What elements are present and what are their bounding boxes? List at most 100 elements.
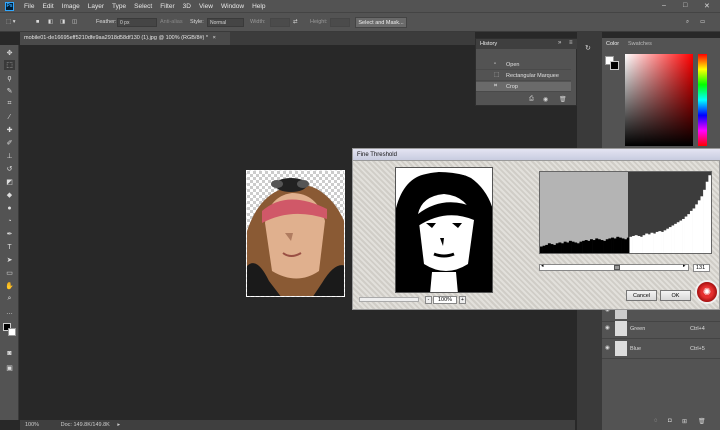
dodge-tool-icon[interactable]: ◔ [4,216,15,226]
zoom-readout[interactable]: 100% [25,422,39,428]
new-selection-icon[interactable]: ■ [36,19,39,25]
add-selection-icon[interactable]: ◧ [48,19,53,25]
style-select[interactable]: Normal [207,18,244,27]
threshold-slider[interactable]: ◂ ▸ [539,263,689,271]
tab-color[interactable]: Color [606,41,619,47]
pen-tool-icon[interactable]: ✒ [4,229,15,239]
snapshot-icon[interactable]: ⎙ [529,96,534,103]
menu-file[interactable]: File [20,3,38,10]
collapse-panel-icon[interactable]: » [558,40,561,46]
quick-select-icon[interactable]: ✎ [4,86,15,96]
histogram-bar [597,239,601,253]
antialias-checkbox[interactable]: Anti-alias [160,19,183,25]
history-tab[interactable]: History [480,41,497,47]
histogram-bar [550,244,554,253]
move-tool-icon[interactable]: ✥ [4,48,15,58]
slider-right-arrow-icon[interactable]: ▸ [683,263,686,269]
type-tool-icon[interactable]: T [4,242,15,252]
slider-thumb[interactable] [614,265,620,270]
close-window-icon[interactable]: ✕ [704,2,710,10]
history-item-open[interactable]: ▫ Open [476,60,571,70]
quick-mask-icon[interactable]: ◙ [4,348,15,358]
menu-filter[interactable]: Filter [156,3,178,10]
channel-row-blue[interactable]: ◉ Blue Ctrl+5 [602,339,720,359]
menu-help[interactable]: Help [248,3,269,10]
slider-left-arrow-icon[interactable]: ◂ [541,263,544,269]
color-picker-field[interactable] [625,54,693,146]
marquee-tool-icon[interactable]: ⬚ [4,60,15,70]
preview-scrollbar[interactable] [359,297,419,302]
subtract-selection-icon[interactable]: ◨ [60,19,65,25]
eyedropper-icon[interactable]: ⁄ [4,112,15,122]
select-and-mask-button[interactable]: Select and Mask... [355,17,407,28]
history-panel-icon[interactable]: ↻ [585,44,591,52]
marquee-tool-icon[interactable]: ⬚ ▾ [6,19,16,25]
more-tools-icon[interactable]: … [4,307,15,317]
zoom-tool-icon[interactable]: ⌕ [4,294,15,304]
zoom-out-button[interactable]: - [425,296,432,304]
healing-brush-icon[interactable]: ✚ [4,125,15,135]
histogram-bar [708,175,712,253]
workspace-icon[interactable]: ▭ [700,19,705,25]
save-selection-icon[interactable]: ◘ [668,418,672,424]
histogram-bar [595,238,599,253]
hand-tool-icon[interactable]: ✋ [4,281,15,291]
menu-type[interactable]: Type [108,3,130,10]
cancel-button[interactable]: Cancel [626,290,657,301]
swap-icon[interactable]: ⇄ [293,19,298,25]
status-bar: 100% Doc: 149.8K/149.8K ▸ [20,420,575,430]
menu-select[interactable]: Select [130,3,156,10]
history-item-marquee[interactable]: ⬚ Rectangular Marquee [476,71,571,81]
threshold-preview[interactable] [395,167,493,293]
zoom-in-button[interactable]: + [459,296,466,304]
history-item-crop[interactable]: ⌗ Crop [476,82,571,92]
feather-input[interactable]: 0 px [117,18,157,27]
intersect-selection-icon[interactable]: ◫ [72,19,77,25]
background-color-swatch[interactable] [8,328,16,336]
histogram-bar [566,242,570,253]
eye-icon[interactable]: ◉ [605,345,610,351]
channel-row-green[interactable]: ◉ Green Ctrl+4 [602,319,720,339]
delete-channel-icon[interactable]: 🗑 [698,418,706,425]
screen-mode-icon[interactable]: ▣ [4,363,15,373]
path-select-icon[interactable]: ➤ [4,255,15,265]
tab-swatches[interactable]: Swatches [628,41,652,47]
menu-window[interactable]: Window [217,3,248,10]
ok-button[interactable]: OK [660,290,691,301]
maximize-icon[interactable]: □ [683,2,687,9]
close-tab-icon[interactable]: × [213,35,216,41]
crop-tool-icon[interactable]: ⌗ [4,99,15,109]
new-channel-icon[interactable]: ⊞ [682,418,687,425]
eye-icon[interactable]: ◉ [605,325,610,331]
rectangle-tool-icon[interactable]: ▭ [4,268,15,278]
status-arrow-icon[interactable]: ▸ [117,422,120,428]
histogram-bar [605,239,609,253]
width-input[interactable] [270,18,290,27]
load-selection-icon[interactable]: ◌ [654,418,658,424]
threshold-value-input[interactable]: 131 [693,264,710,272]
menu-3d[interactable]: 3D [179,3,195,10]
clone-stamp-icon[interactable]: ⊥ [4,151,15,161]
document-tab[interactable]: mobile01-de16695eff5210dfe9aa2918d58df13… [20,32,230,45]
lasso-tool-icon[interactable]: ϙ [4,73,15,83]
menu-edit[interactable]: Edit [38,3,57,10]
history-tab-strip: History » ≡ [476,39,578,49]
panel-menu-icon[interactable]: ≡ [569,40,573,46]
zoom-level[interactable]: 100% [433,296,457,304]
camera-icon[interactable]: ◉ [543,96,548,103]
history-brush-icon[interactable]: ↺ [4,164,15,174]
minimize-icon[interactable]: – [662,2,666,9]
gradient-tool-icon[interactable]: ◆ [4,190,15,200]
eraser-icon[interactable]: ◩ [4,177,15,187]
histogram-chart [540,172,712,253]
brush-tool-icon[interactable]: ✐ [4,138,15,148]
trash-icon[interactable]: 🗑 [559,96,567,103]
height-input[interactable] [330,18,350,27]
menu-image[interactable]: Image [58,3,84,10]
menu-view[interactable]: View [195,3,217,10]
background-swatch[interactable] [610,61,619,70]
menu-layer[interactable]: Layer [84,3,108,10]
search-icon[interactable]: ⌕ [686,19,689,26]
blur-tool-icon[interactable]: ● [4,203,15,213]
hue-slider[interactable] [698,54,707,146]
